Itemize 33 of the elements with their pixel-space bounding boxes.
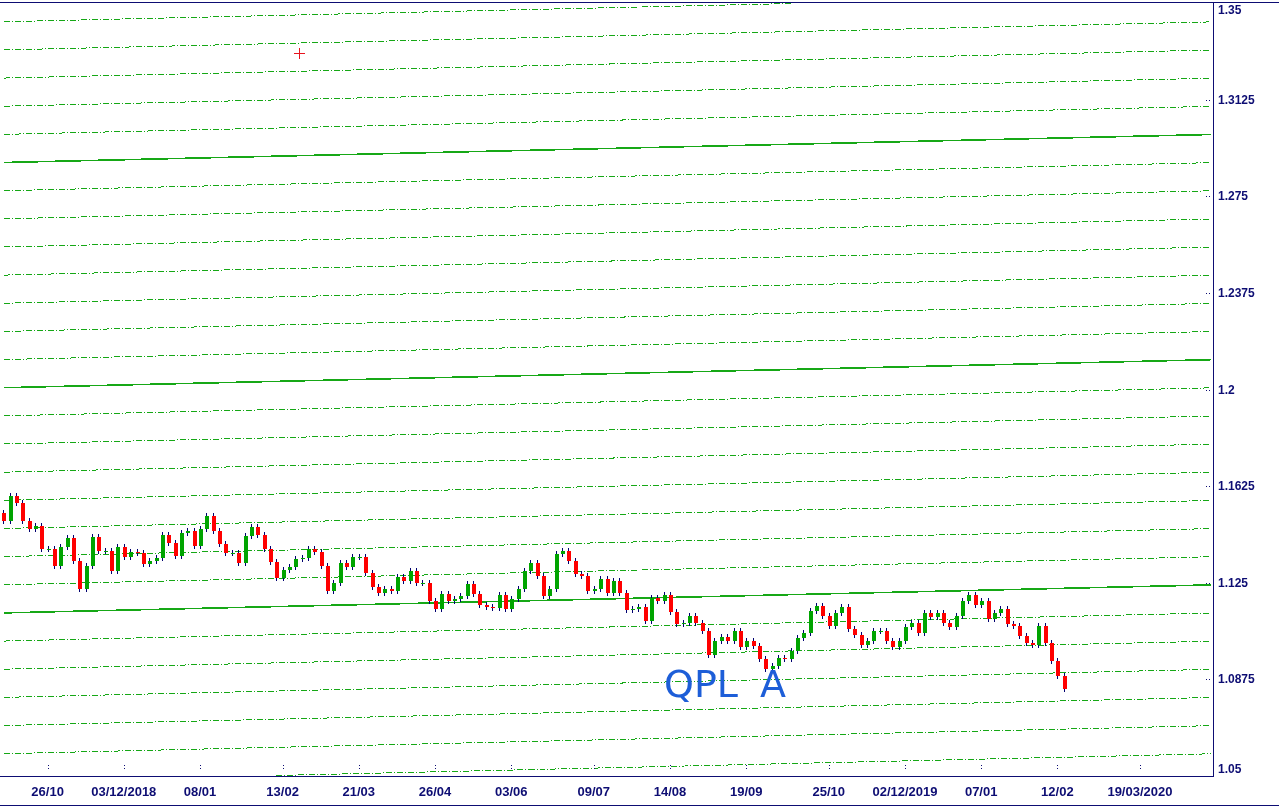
x-axis-label: 12/02	[1041, 783, 1074, 799]
crosshair-icon	[294, 48, 305, 59]
axis-tick-mark	[435, 764, 436, 772]
axis-tick-mark	[359, 764, 360, 772]
y-axis-label: 1.35	[1218, 3, 1242, 17]
x-axis-label: 02/12/2019	[872, 783, 938, 799]
y-axis-label: 1.125	[1218, 575, 1249, 590]
y-axis-label: 1.2	[1218, 382, 1235, 397]
x-axis-label: 08/01	[183, 783, 217, 799]
x-axis-label: 03/06	[494, 783, 528, 799]
x-axis-label: 07/01	[964, 783, 998, 799]
x-axis-label: 26/10	[31, 783, 64, 799]
axis-tick-mark	[746, 764, 747, 772]
x-axis-label: 26/04	[418, 783, 452, 799]
axis-tick-mark	[829, 764, 830, 772]
y-axis-label: 1.275	[1218, 189, 1249, 204]
y-axis-label: 1.1625	[1218, 479, 1255, 494]
y-axis-label: 1.05	[1218, 762, 1242, 776]
x-axis-label: 14/08	[653, 783, 687, 799]
axis-tick-mark	[670, 764, 671, 772]
y-axis-label: 1.3125	[1218, 92, 1255, 107]
axis-tick-mark	[1205, 390, 1213, 391]
x-axis-label: 21/03	[342, 783, 376, 799]
y-axis-label: 1.2375	[1218, 285, 1255, 300]
x-axis-label: 19/09	[729, 783, 763, 799]
x-axis-label: 13/02	[266, 783, 299, 799]
axis-tick-mark	[511, 764, 512, 772]
x-axis-label: 09/07	[577, 783, 611, 799]
x-axis-label: 25/10	[812, 783, 846, 799]
axis-tick-mark	[1205, 583, 1213, 584]
y-axis-label: 1.0875	[1218, 672, 1255, 687]
x-axis-label: 03/12/2018	[91, 783, 157, 799]
x-axis-label: 19/03/2020	[1107, 783, 1173, 799]
